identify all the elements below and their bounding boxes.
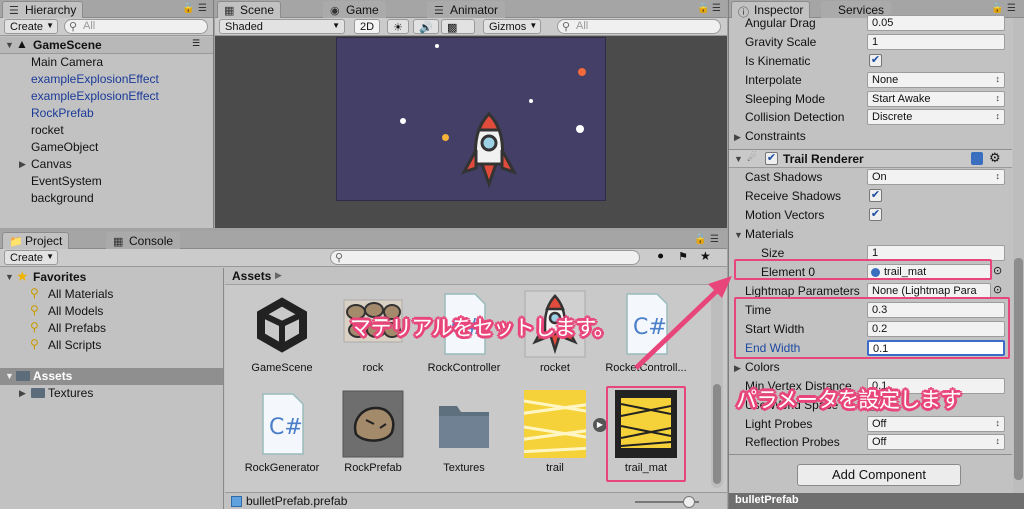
material-annotation: マテリアルをセットします。 bbox=[350, 317, 615, 340]
callout-arrow bbox=[634, 276, 732, 370]
params-annotation: パラメータを設定します bbox=[736, 389, 961, 412]
